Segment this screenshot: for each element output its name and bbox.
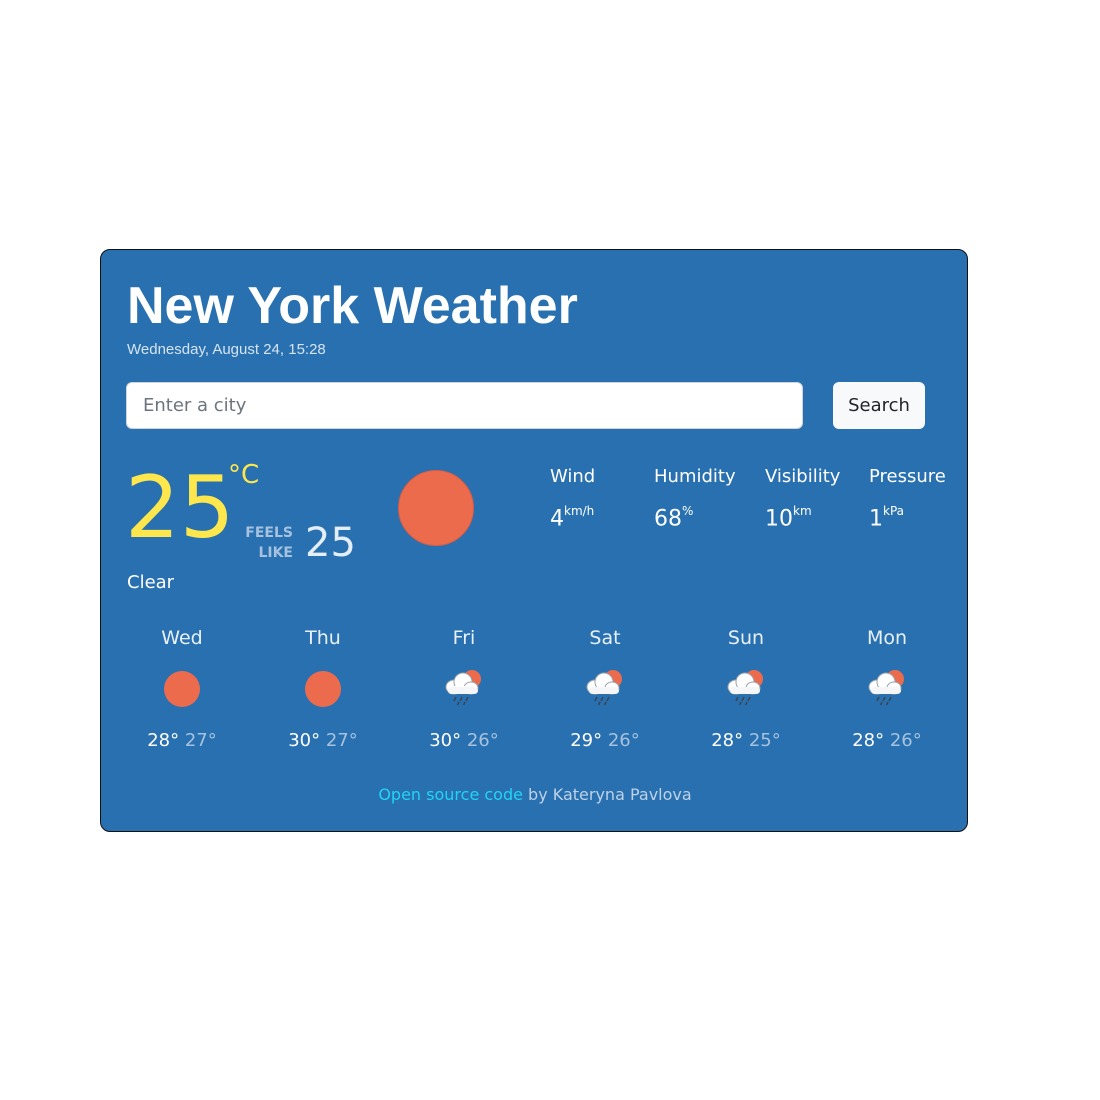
forecast-max: 28° bbox=[147, 730, 180, 751]
forecast-max: 28° bbox=[852, 730, 885, 751]
forecast-day-mon: Mon 28° 26° bbox=[817, 625, 957, 753]
temperature-unit: °C bbox=[228, 460, 260, 490]
forecast-temps: 30° 27° bbox=[253, 729, 393, 753]
forecast-day-thu: Thu 30° 27° bbox=[253, 625, 393, 753]
stat-number: 4 bbox=[550, 506, 564, 532]
forecast-min: 26° bbox=[607, 730, 640, 751]
stat-pressure: Pressure 1kPa bbox=[869, 464, 946, 532]
feels-like-label: FEELS LIKE bbox=[241, 523, 293, 563]
stat-label: Humidity bbox=[654, 466, 736, 487]
open-source-link[interactable]: Open source code bbox=[378, 785, 523, 804]
stat-visibility: Visibility 10km bbox=[765, 464, 840, 532]
forecast-day-name: Sun bbox=[727, 627, 765, 649]
forecast-min: 27° bbox=[184, 730, 217, 751]
forecast-day-name: Fri bbox=[452, 627, 476, 649]
forecast-icon-wrap bbox=[112, 667, 252, 713]
forecast-min: 25° bbox=[748, 730, 781, 751]
stat-label: Visibility bbox=[765, 466, 841, 487]
stat-unit: km bbox=[793, 504, 812, 518]
forecast-max: 30° bbox=[288, 730, 321, 751]
forecast-min: 26° bbox=[466, 730, 499, 751]
forecast-temps: 28° 27° bbox=[112, 729, 252, 753]
stat-value: 10km bbox=[765, 500, 840, 532]
forecast-min: 26° bbox=[889, 730, 922, 751]
page-title: New York Weather bbox=[127, 277, 578, 335]
footer-author: by Kateryna Pavlova bbox=[522, 785, 692, 804]
forecast-temps: 30° 26° bbox=[394, 729, 534, 753]
stat-number: 68 bbox=[654, 506, 682, 532]
city-search-input[interactable] bbox=[126, 382, 803, 429]
forecast-day-name: Thu bbox=[305, 627, 341, 649]
forecast-icon-wrap bbox=[535, 667, 675, 713]
rain-cloud-sun-icon bbox=[727, 670, 763, 706]
forecast-day-sat: Sat 29° 26° bbox=[535, 625, 675, 753]
stat-unit: kPa bbox=[883, 504, 904, 518]
forecast-icon-wrap bbox=[817, 667, 957, 713]
stat-unit: km/h bbox=[564, 504, 595, 518]
forecast-max: 29° bbox=[570, 730, 603, 751]
stat-number: 1 bbox=[869, 506, 883, 532]
weather-card: New York Weather Wednesday, August 24, 1… bbox=[100, 249, 968, 832]
stat-humidity: Humidity 68% bbox=[654, 464, 736, 532]
stat-value: 4km/h bbox=[550, 500, 595, 532]
forecast-icon-wrap bbox=[394, 667, 534, 713]
current-temperature: 25 bbox=[125, 458, 235, 558]
stat-label: Wind bbox=[550, 466, 596, 487]
forecast-max: 30° bbox=[429, 730, 462, 751]
forecast-day-name: Wed bbox=[161, 627, 203, 649]
stat-unit: % bbox=[682, 504, 694, 518]
forecast-min: 27° bbox=[325, 730, 358, 751]
sun-icon bbox=[305, 671, 341, 707]
stat-wind: Wind 4km/h bbox=[550, 464, 595, 532]
forecast-icon-wrap bbox=[676, 667, 816, 713]
weather-condition: Clear bbox=[127, 572, 175, 593]
sun-icon bbox=[164, 671, 200, 707]
stat-value: 1kPa bbox=[869, 500, 946, 532]
rain-cloud-sun-icon bbox=[445, 670, 481, 706]
forecast-day-name: Sat bbox=[589, 627, 621, 649]
forecast-day-name: Mon bbox=[866, 627, 908, 649]
stat-value: 68% bbox=[654, 500, 736, 532]
forecast-temps: 29° 26° bbox=[535, 729, 675, 753]
forecast-day-wed: Wed 28° 27° bbox=[112, 625, 252, 753]
forecast-day-fri: Fri 30° 26° bbox=[394, 625, 534, 753]
feels-like-label-line-1: FEELS bbox=[245, 525, 293, 541]
forecast-day-sun: Sun 28° 25° bbox=[676, 625, 816, 753]
forecast-max: 28° bbox=[711, 730, 744, 751]
stat-label: Pressure bbox=[869, 466, 946, 487]
rain-cloud-sun-icon bbox=[868, 670, 904, 706]
sun-icon bbox=[398, 470, 474, 546]
forecast-temps: 28° 25° bbox=[676, 729, 816, 753]
feels-like-label-line-2: LIKE bbox=[258, 545, 293, 561]
current-date: Wednesday, August 24, 15:28 bbox=[127, 341, 326, 358]
rain-cloud-sun-icon bbox=[586, 670, 622, 706]
search-button[interactable]: Search bbox=[833, 382, 925, 429]
stat-number: 10 bbox=[765, 506, 793, 532]
forecast-temps: 28° 26° bbox=[817, 729, 957, 753]
feels-like-value: 25 bbox=[305, 520, 356, 566]
footer: Open source code by Kateryna Pavlova bbox=[101, 785, 969, 804]
forecast-icon-wrap bbox=[253, 667, 393, 713]
